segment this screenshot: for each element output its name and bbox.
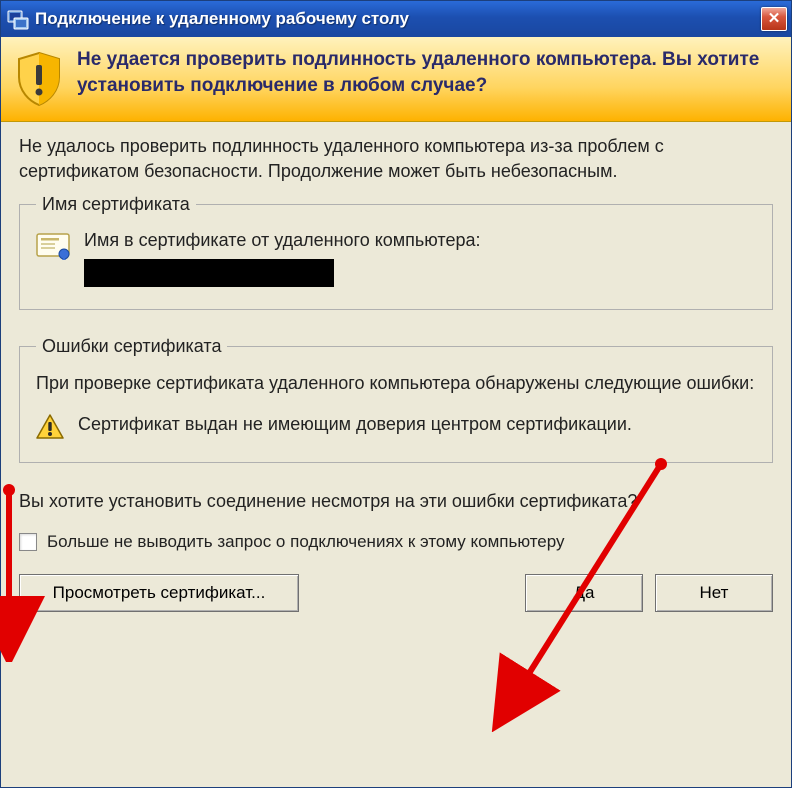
- yes-button[interactable]: Да: [525, 574, 643, 612]
- window-title: Подключение к удаленному рабочему столу: [35, 9, 761, 29]
- dont-ask-checkbox[interactable]: [19, 533, 37, 551]
- certificate-errors-group: Ошибки сертификата При проверке сертифик…: [19, 336, 773, 463]
- warning-triangle-icon: [36, 414, 64, 440]
- dont-ask-row: Больше не выводить запрос о подключениях…: [19, 532, 773, 552]
- button-row: Просмотреть сертификат... Да Нет: [19, 574, 773, 612]
- dialog-body: Не удалось проверить подлинность удаленн…: [1, 122, 791, 787]
- warning-heading: Не удается проверить подлинность удаленн…: [77, 47, 777, 98]
- certificate-name-group: Имя сертификата Имя в сертификате от уда…: [19, 194, 773, 309]
- dont-ask-label: Больше не выводить запрос о подключениях…: [47, 532, 565, 552]
- certificate-error-item: Сертификат выдан не имеющим доверия цент…: [78, 412, 632, 437]
- shield-warning-icon: [15, 51, 63, 107]
- certificate-icon: [36, 233, 70, 261]
- close-button[interactable]: ✕: [761, 7, 787, 31]
- no-button[interactable]: Нет: [655, 574, 773, 612]
- rdp-icon: [7, 8, 29, 30]
- dialog-window: Подключение к удаленному рабочему столу …: [0, 0, 792, 788]
- view-certificate-button[interactable]: Просмотреть сертификат...: [19, 574, 299, 612]
- warning-banner: Не удается проверить подлинность удаленн…: [1, 37, 791, 122]
- certificate-errors-legend: Ошибки сертификата: [36, 336, 227, 357]
- certificate-errors-intro: При проверке сертификата удаленного комп…: [36, 371, 756, 396]
- titlebar: Подключение к удаленному рабочему столу …: [1, 1, 791, 37]
- intro-text: Не удалось проверить подлинность удаленн…: [19, 134, 773, 184]
- continue-question: Вы хотите установить соединение несмотря…: [19, 489, 773, 514]
- certificate-name-value-redacted: [84, 259, 334, 287]
- certificate-name-legend: Имя сертификата: [36, 194, 196, 215]
- certificate-name-label: Имя в сертификате от удаленного компьюте…: [84, 229, 480, 252]
